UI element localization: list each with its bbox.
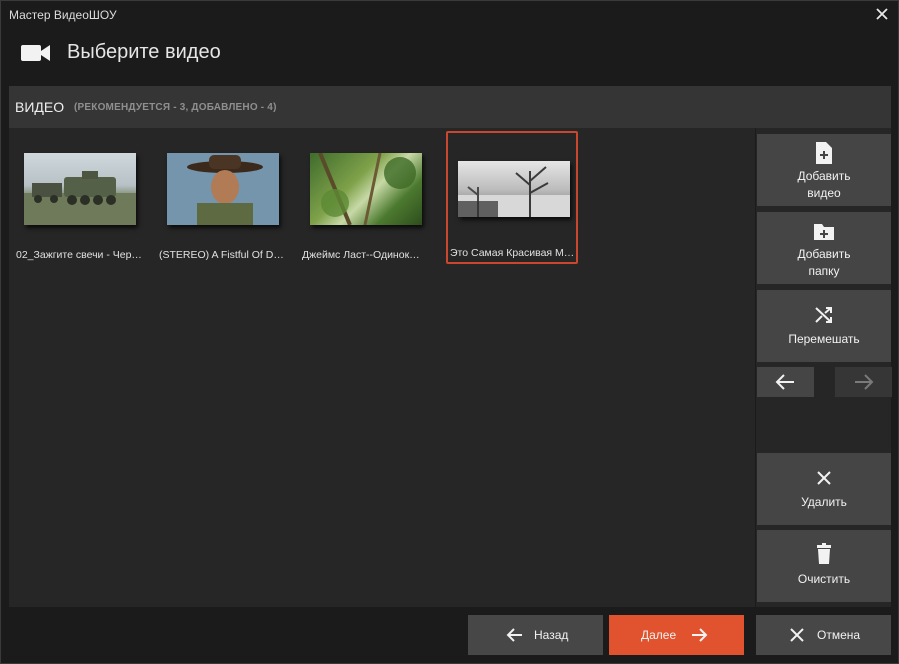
page-header: Выберите видео — [1, 29, 898, 85]
video-thumbnail — [24, 153, 136, 225]
delete-x-icon — [817, 471, 831, 485]
move-right-button[interactable] — [835, 367, 892, 397]
add-folder-icon — [814, 224, 834, 240]
arrow-left-icon — [775, 374, 794, 390]
add-folder-label: Добавить папку — [797, 247, 851, 278]
video-tile[interactable]: Джеймс Ласт--Одинок… — [300, 133, 432, 266]
video-thumbnail — [458, 161, 570, 217]
video-tile[interactable]: (STEREO) A Fistful Of D… — [157, 133, 289, 266]
back-button[interactable]: Назад — [468, 615, 603, 655]
section-header: ВИДЕО (РЕКОМЕНДУЕТСЯ - 3, ДОБАВЛЕНО - 4) — [9, 86, 891, 128]
video-thumbnail — [310, 153, 422, 225]
window-title: Мастер ВидеоШОУ — [9, 8, 117, 22]
winter-trees-image — [458, 166, 570, 217]
video-tile[interactable]: 02_Зажгите свечи - Чер… — [14, 133, 146, 266]
arrow-left-icon — [506, 628, 522, 642]
video-caption: Джеймс Ласт--Одинок… — [302, 249, 420, 261]
forest-image — [318, 153, 416, 225]
next-label: Далее — [641, 628, 677, 642]
arrow-right-icon — [855, 374, 874, 390]
move-left-button[interactable] — [757, 367, 814, 397]
add-video-button[interactable]: Добавить видео — [757, 134, 891, 206]
footer-bar: Назад Далее Отмена — [1, 607, 898, 663]
next-button[interactable]: Далее — [609, 615, 744, 655]
close-icon — [790, 628, 804, 642]
video-grid: 02_Зажгите свечи - Чер… (STEREO) A Fistf… — [9, 128, 755, 607]
video-caption: (STEREO) A Fistful Of D… — [159, 249, 284, 261]
video-thumbnail — [167, 153, 279, 225]
add-file-icon — [816, 142, 832, 164]
video-caption: Это Самая Красивая М… — [450, 247, 575, 259]
video-tile[interactable]: Это Самая Красивая М… — [446, 131, 578, 264]
delete-button[interactable]: Удалить — [757, 453, 891, 525]
add-folder-button[interactable]: Добавить папку — [757, 212, 891, 284]
sidebar-actions: Добавить видео Добавить папку Перемешать — [756, 128, 892, 607]
cowboy-portrait-image — [167, 153, 279, 225]
page-title: Выберите видео — [67, 41, 221, 63]
armored-vehicles-image — [24, 171, 136, 225]
shuffle-button[interactable]: Перемешать — [757, 290, 891, 362]
section-label: ВИДЕО — [15, 99, 65, 115]
delete-label: Удалить — [801, 495, 847, 509]
trash-icon — [817, 543, 831, 564]
add-video-label: Добавить видео — [797, 169, 851, 200]
cancel-button[interactable]: Отмена — [756, 615, 891, 655]
arrow-right-icon — [692, 628, 708, 642]
section-counts: (РЕКОМЕНДУЕТСЯ - 3, ДОБАВЛЕНО - 4) — [74, 102, 277, 113]
shuffle-icon — [815, 307, 832, 323]
video-camera-icon — [21, 45, 50, 61]
back-label: Назад — [534, 628, 569, 642]
video-caption: 02_Зажгите свечи - Чер… — [16, 249, 142, 261]
cancel-label: Отмена — [817, 628, 861, 642]
wizard-window: Мастер ВидеоШОУ Выберите видео ВИДЕО (РЕ… — [0, 0, 899, 664]
title-bar: Мастер ВидеоШОУ — [1, 1, 898, 29]
clear-label: Очистить — [797, 572, 851, 586]
close-icon[interactable] — [874, 6, 890, 22]
shuffle-label: Перемешать — [788, 332, 860, 346]
clear-button[interactable]: Очистить — [757, 530, 891, 602]
